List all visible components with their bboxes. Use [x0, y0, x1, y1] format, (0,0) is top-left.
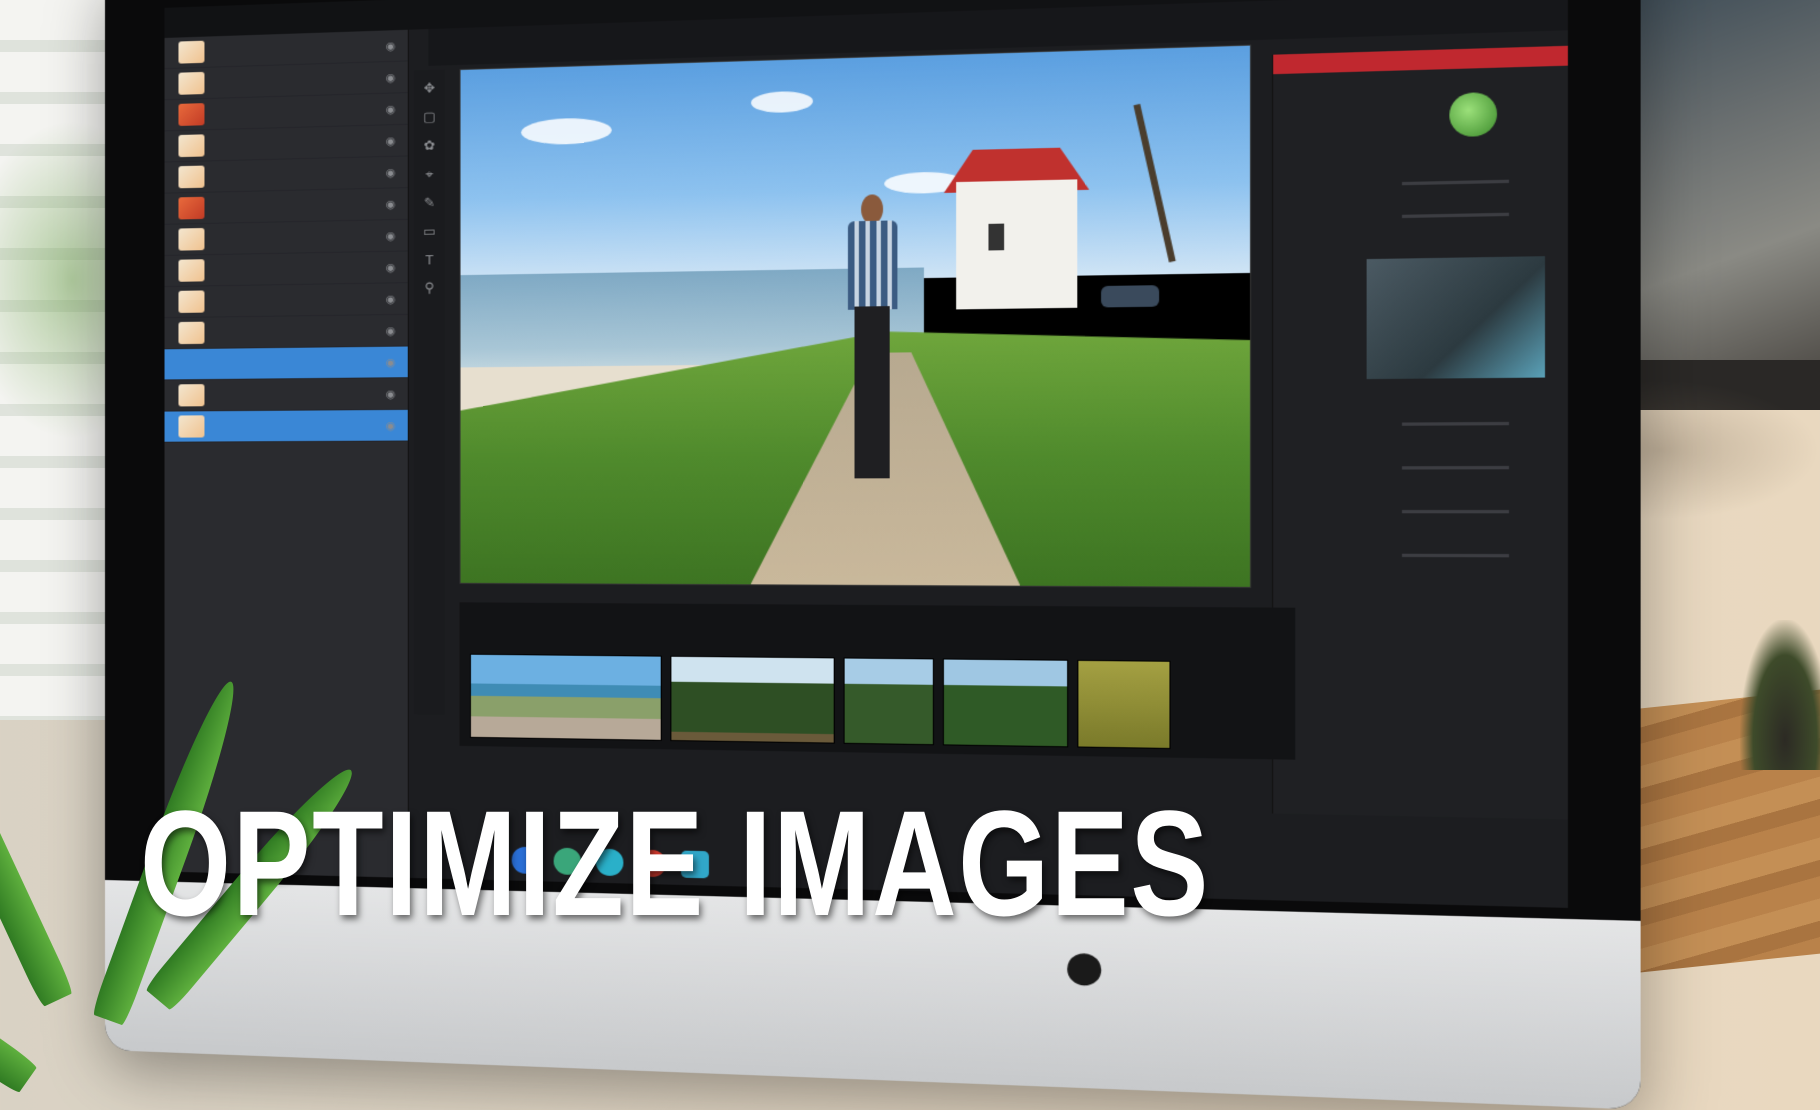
visibility-icon[interactable]: ◉	[386, 134, 396, 148]
move-tool-icon[interactable]: ✥	[424, 80, 435, 97]
tools-palette: ✥ ▢ ✿ ⌖ ✎ ▭ T ⚲	[414, 69, 445, 714]
visibility-icon[interactable]: ◉	[386, 229, 396, 242]
layer-thumbnail	[178, 72, 204, 95]
layer-row-selected[interactable]: ◉	[165, 410, 408, 443]
layer-thumbnail	[178, 228, 204, 251]
visibility-icon[interactable]: ◉	[386, 419, 396, 432]
color-preview-swatch	[1449, 92, 1497, 137]
eraser-tool-icon[interactable]: ▭	[423, 223, 436, 240]
property-row	[1402, 180, 1509, 186]
thumbnail-palms[interactable]	[943, 658, 1068, 747]
person-head	[861, 194, 883, 224]
text-tool-icon[interactable]: T	[425, 252, 433, 267]
thumbnail-palms[interactable]	[844, 657, 934, 745]
layer-thumbnail	[178, 415, 204, 437]
layer-thumbnail	[178, 41, 204, 64]
visibility-icon[interactable]: ◉	[386, 197, 396, 210]
thumbnail-palms[interactable]	[670, 656, 834, 744]
layer-row[interactable]: ◉	[165, 283, 408, 318]
layer-thumbnail	[178, 384, 204, 406]
status-tray	[1284, 825, 1556, 868]
properties-header	[1273, 46, 1568, 74]
layer-thumbnail	[178, 290, 204, 313]
filmstrip	[460, 602, 1296, 759]
layer-row[interactable]: ◉	[165, 378, 408, 411]
photo-person	[845, 194, 900, 490]
property-row	[1402, 466, 1509, 470]
layer-thumbnail	[178, 166, 204, 189]
layer-thumbnail	[178, 197, 204, 220]
person-legs	[855, 307, 890, 479]
person-shirt	[847, 221, 897, 310]
thumbnail-foliage[interactable]	[1077, 660, 1170, 749]
layer-row[interactable]: ◉	[165, 251, 408, 287]
visibility-icon[interactable]: ◉	[386, 102, 396, 116]
lasso-tool-icon[interactable]: ✿	[424, 137, 435, 154]
visibility-icon[interactable]: ◉	[386, 355, 396, 368]
property-row	[1402, 510, 1509, 513]
layer-thumbnail	[178, 322, 204, 344]
layer-thumbnail	[178, 103, 204, 126]
layer-row-selected[interactable]: ◉	[165, 347, 408, 381]
crop-tool-icon[interactable]: ⌖	[426, 166, 434, 183]
property-row	[1402, 213, 1509, 218]
brush-tool-icon[interactable]: ✎	[424, 195, 435, 212]
beach-photo	[461, 46, 1250, 587]
layer-row[interactable]: ◉	[165, 188, 408, 225]
navigator-preview	[1367, 256, 1545, 379]
visibility-icon[interactable]: ◉	[386, 292, 396, 305]
headline: OPTIMIZE IMAGES	[140, 788, 1076, 938]
thumbnail-coast[interactable]	[470, 654, 662, 741]
marquee-tool-icon[interactable]: ▢	[423, 109, 436, 126]
layer-thumbnail	[178, 259, 204, 282]
zoom-tool-icon[interactable]: ⚲	[425, 280, 435, 297]
photo-house	[956, 179, 1077, 309]
layer-thumbnail	[178, 134, 204, 157]
canvas[interactable]	[460, 45, 1252, 588]
layer-row[interactable]: ◉	[165, 220, 408, 256]
property-row	[1402, 422, 1509, 426]
visibility-icon[interactable]: ◉	[386, 165, 396, 179]
visibility-icon[interactable]: ◉	[386, 70, 396, 84]
screen: ◉ ◉ ◉ ◉ ◉ ◉ ◉ ◉ ◉ ◉ ◉ ◉ ◉ ✥ ▢ ✿ ⌖ ✎ ▭ T …	[165, 0, 1568, 908]
photo-house-door	[988, 224, 1004, 251]
visibility-icon[interactable]: ◉	[386, 260, 396, 273]
desk-plant	[1740, 620, 1820, 770]
layer-row[interactable]: ◉	[165, 315, 408, 349]
visibility-icon[interactable]: ◉	[386, 39, 396, 53]
visibility-icon[interactable]: ◉	[386, 324, 396, 337]
property-row	[1402, 554, 1509, 558]
properties-panel	[1272, 46, 1568, 820]
photo-car	[1102, 285, 1159, 307]
visibility-icon[interactable]: ◉	[386, 387, 396, 400]
